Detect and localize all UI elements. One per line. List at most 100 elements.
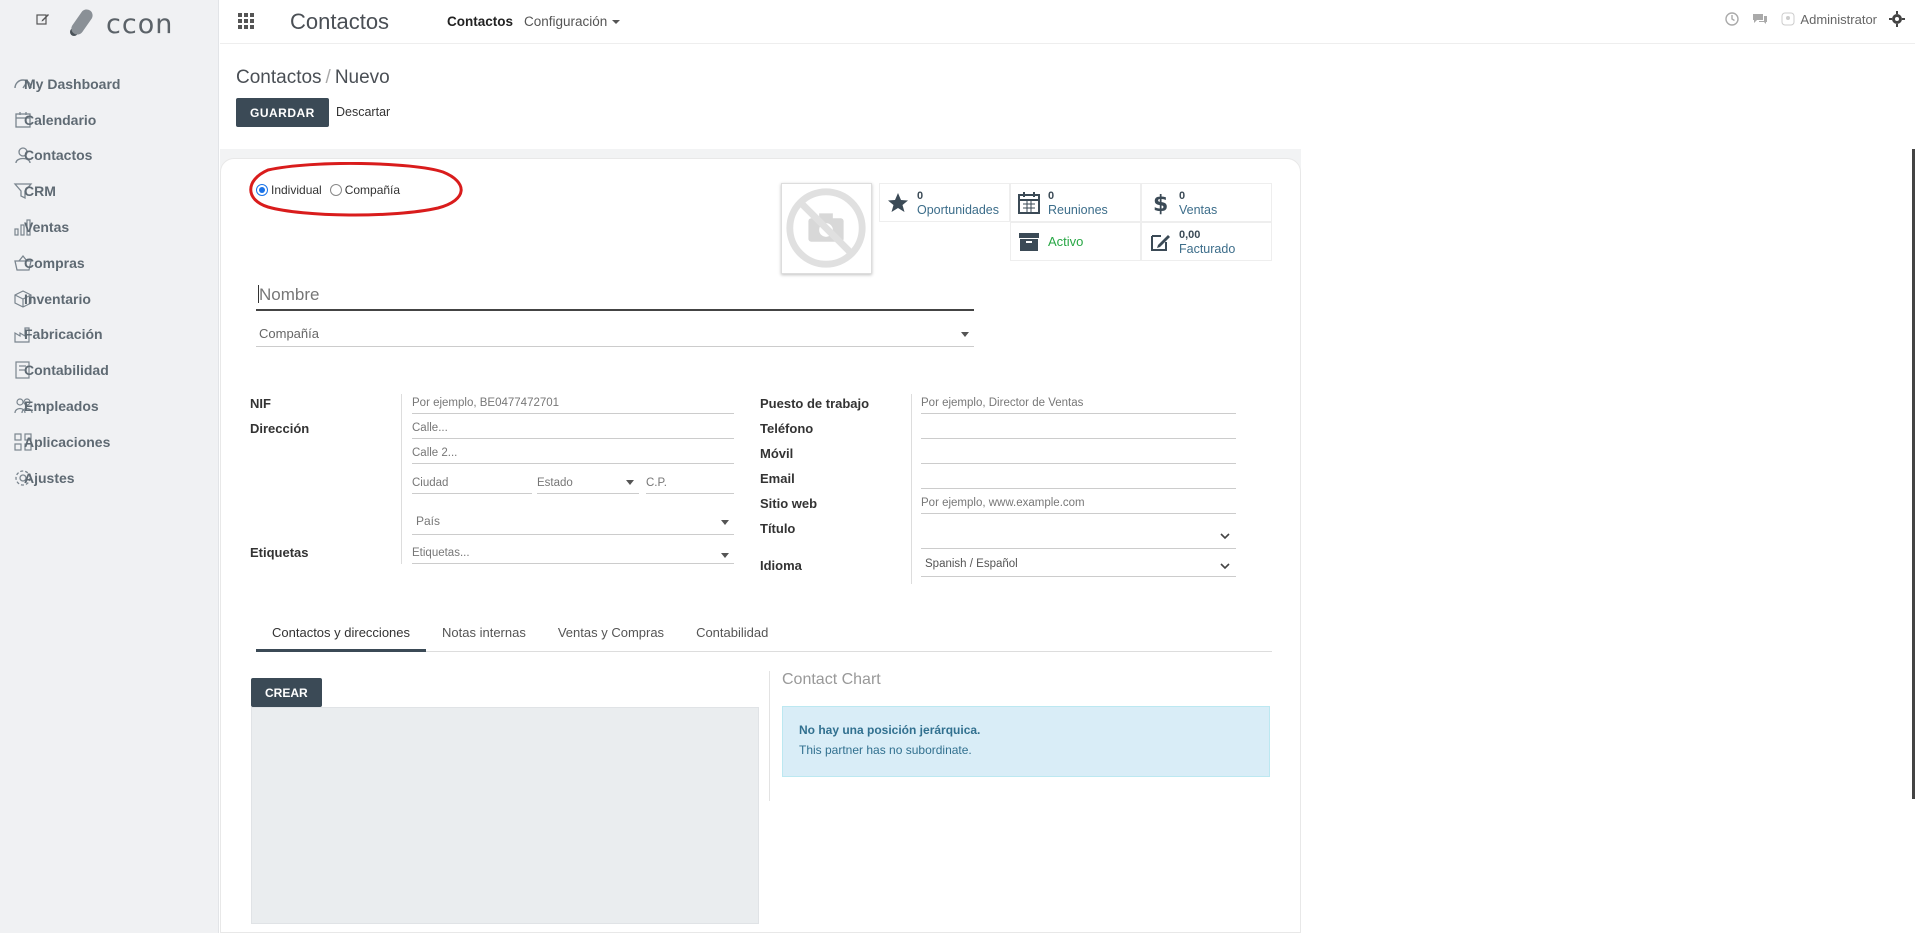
tab-internal-notes[interactable]: Notas internas	[426, 614, 542, 652]
app-logo[interactable]: ccon	[68, 6, 178, 40]
email-field[interactable]	[921, 469, 1236, 489]
tags-field[interactable]: Etiquetas...	[412, 544, 734, 564]
logo-row: ccon	[0, 0, 219, 44]
sidebar: ccon My Dashboard Calendario Contactos C…	[0, 0, 219, 933]
state-placeholder: Estado	[537, 477, 573, 489]
contact-chart-title: Contact Chart	[782, 671, 881, 688]
mobile-field[interactable]	[921, 444, 1236, 464]
sidebar-item-label: CRM	[24, 183, 56, 200]
create-button[interactable]: CREAR	[251, 678, 322, 707]
sidebar-item-crm[interactable]: CRM	[0, 173, 219, 209]
logo-mark-icon	[70, 9, 93, 36]
save-button[interactable]: GUARDAR	[236, 98, 329, 127]
notebook-tabs: Contactos y direcciones Notas internas V…	[256, 614, 1272, 652]
sidebar-item-label: Calendario	[24, 111, 97, 128]
street2-placeholder: Calle 2...	[412, 447, 458, 459]
sidebar-item-apps[interactable]: Aplicaciones	[0, 424, 219, 460]
radio-selected-icon	[256, 184, 268, 196]
gear-icon[interactable]	[1889, 11, 1905, 27]
chevron-down-icon	[1220, 533, 1230, 540]
company-select[interactable]: Compañía	[256, 323, 974, 347]
company-type-radio-group: Individual Compañía	[256, 183, 400, 197]
app-grid-icon[interactable]	[238, 13, 255, 30]
sidebar-nav: My Dashboard Calendario Contactos CRM Ve…	[0, 66, 219, 496]
phone-field[interactable]	[921, 419, 1236, 439]
menu-configuracion[interactable]: Configuración	[524, 14, 621, 29]
sales-button[interactable]: $ 0 Ventas	[1141, 183, 1272, 222]
language-select[interactable]: Spanish / Español	[921, 555, 1236, 577]
sales-label: Ventas	[1179, 202, 1218, 217]
sidebar-item-label: My Dashboard	[24, 75, 121, 92]
radio-unselected-icon	[329, 184, 342, 196]
sidebar-item-label: Ajustes	[24, 469, 75, 486]
city-placeholder: Ciudad	[412, 477, 449, 489]
radio-individual-label: Individual	[271, 183, 322, 197]
language-value: Spanish / Español	[925, 558, 1018, 570]
street-field[interactable]: Calle...	[412, 419, 734, 439]
sidebar-item-settings[interactable]: Ajustes	[0, 460, 219, 496]
sidebar-item-purchases[interactable]: Compras	[0, 245, 219, 281]
phone-label: Teléfono	[760, 421, 814, 436]
caret-down-icon	[626, 480, 634, 485]
avatar-icon[interactable]	[1780, 11, 1796, 27]
sidebar-item-calendar[interactable]: Calendario	[0, 102, 219, 138]
right-blank-area	[1301, 149, 1915, 933]
tab-contacts-addresses[interactable]: Contactos y direcciones	[256, 614, 427, 652]
tags-label: Etiquetas	[250, 545, 309, 560]
meetings-button[interactable]: 0 Reuniones	[1010, 183, 1141, 222]
top-bar: Contactos Contactos Configuración Admini…	[220, 0, 1915, 44]
app-title: Contactos	[290, 9, 390, 34]
contact-photo[interactable]	[781, 183, 872, 274]
website-field[interactable]: Por ejemplo, www.example.com	[921, 494, 1236, 514]
job-field[interactable]: Por ejemplo, Director de Ventas	[921, 394, 1236, 414]
sidebar-item-dashboard[interactable]: My Dashboard	[0, 66, 219, 102]
company-placeholder: Compañía	[259, 326, 319, 341]
pencil-square-icon	[1151, 234, 1170, 251]
no-camera-icon	[786, 188, 866, 268]
radio-individual[interactable]: Individual	[256, 183, 322, 197]
title-select[interactable]	[921, 519, 1236, 549]
opportunities-label: Oportunidades	[917, 202, 1000, 217]
breadcrumb-parent[interactable]: Contactos	[236, 67, 322, 88]
zip-field[interactable]: C.P.	[646, 474, 734, 494]
sidebar-item-inventory[interactable]: Inventario	[0, 281, 219, 317]
chat-icon[interactable]	[1752, 11, 1768, 27]
sidebar-item-sales[interactable]: Ventas	[0, 209, 219, 245]
website-label: Sitio web	[760, 496, 818, 511]
discard-button[interactable]: Descartar	[336, 105, 390, 119]
country-placeholder: País	[416, 514, 441, 528]
breadcrumb: Contactos / Nuevo	[236, 67, 390, 89]
city-field[interactable]: Ciudad	[412, 474, 532, 494]
street2-field[interactable]: Calle 2...	[412, 444, 734, 464]
radio-company[interactable]: Compañía	[329, 183, 400, 197]
tab-accounting[interactable]: Contabilidad	[680, 614, 784, 652]
form-sheet: Individual Compañía 0 Oportunidades 0 Reun…	[220, 158, 1301, 933]
sidebar-item-manufacturing[interactable]: Fabricación	[0, 317, 219, 353]
caret-down-icon	[721, 553, 729, 558]
tab-sales-purchases[interactable]: Ventas y Compras	[542, 614, 680, 652]
sidebar-item-employees[interactable]: Empleados	[0, 388, 219, 424]
zip-placeholder: C.P.	[646, 477, 667, 489]
edit-icon[interactable]	[36, 12, 50, 26]
field-divider	[401, 540, 402, 564]
language-label: Idioma	[760, 558, 802, 573]
state-select[interactable]: Estado	[537, 474, 639, 494]
mobile-label: Móvil	[760, 446, 794, 461]
contacts-kanban-area	[251, 707, 759, 924]
tags-placeholder: Etiquetas...	[412, 547, 470, 559]
clock-icon[interactable]	[1724, 11, 1740, 27]
sidebar-item-accounting[interactable]: Contabilidad	[0, 352, 219, 388]
name-input[interactable]: Nombre	[256, 281, 974, 311]
country-select[interactable]: País	[412, 511, 734, 535]
opportunities-button[interactable]: 0 Oportunidades	[879, 183, 1010, 222]
nif-placeholder: Por ejemplo, BE0477472701	[412, 397, 560, 409]
invoiced-button[interactable]: 0,00 Facturado	[1141, 222, 1272, 261]
menu-contactos[interactable]: Contactos	[447, 14, 513, 29]
sidebar-item-label: Compras	[24, 254, 85, 271]
sidebar-item-contacts[interactable]: Contactos	[0, 138, 219, 174]
active-toggle-button[interactable]: Activo	[1010, 222, 1141, 261]
user-name[interactable]: Administrator	[1800, 12, 1877, 27]
street-placeholder: Calle...	[412, 422, 448, 434]
nif-field[interactable]: Por ejemplo, BE0477472701	[412, 394, 734, 414]
calendar-icon	[1018, 191, 1040, 214]
